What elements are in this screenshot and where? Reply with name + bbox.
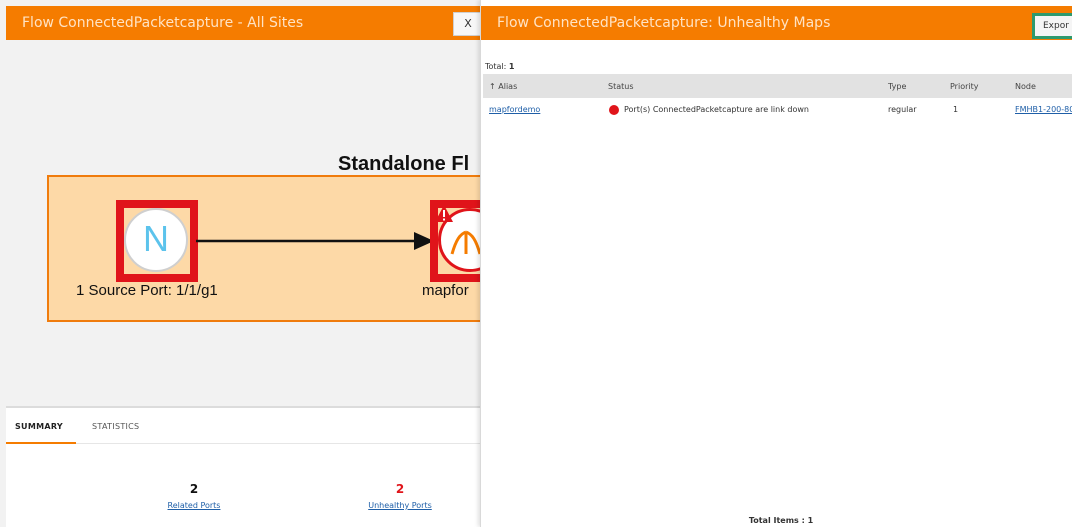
tab-statistics[interactable]: STATISTICS: [92, 422, 139, 431]
column-header-priority[interactable]: Priority: [950, 82, 978, 91]
export-button[interactable]: Expor: [1032, 13, 1072, 39]
row-alias-link[interactable]: mapfordemo: [489, 105, 540, 114]
total-prefix: Total:: [485, 62, 509, 71]
right-panel-title: Flow ConnectedPacketcapture: Unhealthy M…: [497, 15, 831, 31]
active-tab-indicator: [6, 442, 76, 444]
row-node-link[interactable]: FMHB1-200-80: [1015, 105, 1072, 114]
flow-diagram: Standalone Fl N 1 Source Port: 1/1/g1 ma…: [6, 40, 480, 406]
unhealthy-ports-count: 2: [395, 482, 405, 496]
unhealthy-maps-panel: Flow ConnectedPacketcapture: Unhealthy M…: [480, 0, 1072, 527]
column-header-status[interactable]: Status: [608, 82, 634, 91]
related-ports-link[interactable]: Related Ports: [144, 501, 244, 510]
row-type: regular: [888, 105, 917, 114]
map-node-label: mapfor: [422, 282, 469, 299]
column-header-node[interactable]: Node: [1015, 82, 1036, 91]
source-node-highlight: [116, 200, 198, 282]
right-panel-header: Flow ConnectedPacketcapture: Unhealthy M…: [481, 6, 1072, 40]
row-priority: 1: [953, 105, 959, 114]
status-dot-icon: [609, 105, 619, 115]
source-port-label: 1 Source Port: 1/1/g1: [76, 282, 218, 299]
total-count: Total: 1: [485, 62, 515, 71]
table-row[interactable]: mapfordemo Port(s) ConnectedPacketcaptur…: [483, 98, 1072, 122]
related-ports-count: 2: [189, 482, 199, 496]
table-header: ↑ Alias Status Type Priority Node: [483, 74, 1072, 98]
summary-tabs: SUMMARY STATISTICS: [6, 408, 480, 444]
unhealthy-ports-link[interactable]: Unhealthy Ports: [350, 501, 450, 510]
total-value: 1: [508, 62, 515, 71]
column-header-type[interactable]: Type: [888, 82, 906, 91]
flow-sites-panel: Flow ConnectedPacketcapture - All Sites …: [0, 0, 483, 527]
close-button[interactable]: X: [453, 12, 483, 36]
column-header-alias[interactable]: ↑ Alias: [489, 82, 517, 91]
row-status: Port(s) ConnectedPacketcapture are link …: [624, 105, 809, 114]
total-items-footer: Total Items : 1: [748, 516, 814, 525]
diagram-title: Standalone Fl: [338, 153, 470, 175]
summary-section: SUMMARY STATISTICS 2 Related Ports 2 Unh…: [6, 406, 480, 527]
left-panel-title: Flow ConnectedPacketcapture - All Sites: [22, 15, 304, 31]
flow-arrow: [196, 232, 434, 250]
tab-summary[interactable]: SUMMARY: [15, 422, 63, 431]
left-panel-header: Flow ConnectedPacketcapture - All Sites …: [6, 6, 483, 40]
warning-icon: [435, 205, 453, 222]
